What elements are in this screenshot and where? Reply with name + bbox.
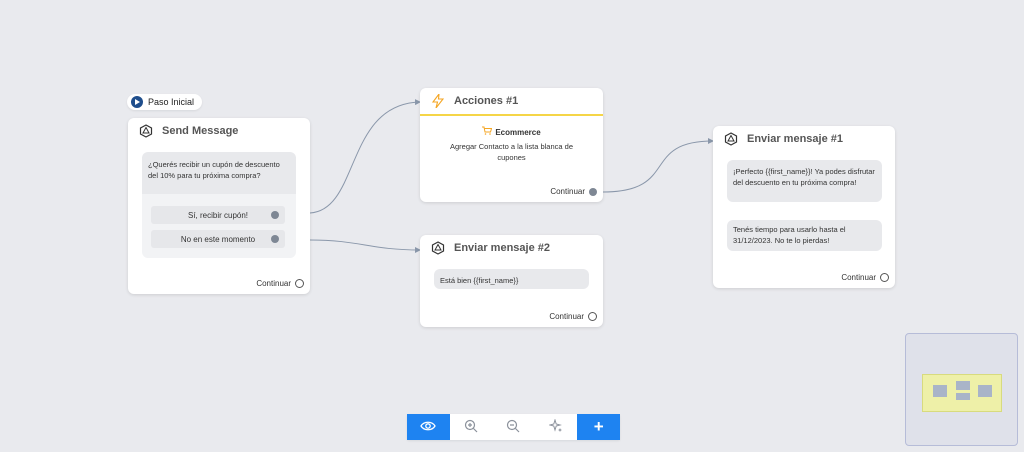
- add-node-button[interactable]: +: [577, 414, 620, 440]
- continue-port[interactable]: Continuar: [256, 279, 304, 288]
- continue-port[interactable]: Continuar: [841, 273, 889, 282]
- minimap-node: [978, 385, 992, 397]
- action-description: Agregar Contacto a la lista blanca de cu…: [450, 142, 573, 162]
- continue-label: Continuar: [550, 187, 585, 196]
- continue-port[interactable]: Continuar: [550, 187, 597, 196]
- connector-handle[interactable]: [588, 312, 597, 321]
- continue-port[interactable]: Continuar: [549, 312, 597, 321]
- plus-icon: +: [593, 417, 604, 436]
- preview-button[interactable]: [407, 414, 450, 440]
- question-bubble: ¿Querés recibir un cupón de descuento de…: [142, 152, 296, 194]
- d20-icon: [138, 123, 154, 139]
- minimap-node: [933, 385, 947, 397]
- option-label: No en este momento: [180, 234, 256, 244]
- play-icon: [131, 96, 143, 108]
- connector-handle[interactable]: [295, 279, 304, 288]
- zoom-out-icon: [506, 419, 520, 436]
- minimap-viewport[interactable]: [922, 374, 1002, 412]
- zoom-out-button[interactable]: [492, 414, 535, 440]
- node-title: Enviar mensaje #1: [747, 133, 844, 145]
- connector-handle[interactable]: [271, 235, 279, 243]
- start-badge[interactable]: Paso Inicial: [127, 94, 203, 110]
- connector-handle[interactable]: [880, 273, 889, 282]
- edge-yes-to-actions: [309, 99, 421, 214]
- option-yes[interactable]: Sí, recibir cupón!: [151, 206, 285, 224]
- start-label: Paso Inicial: [148, 97, 195, 107]
- minimap[interactable]: [905, 333, 1018, 446]
- edge-actions-to-msg1: [602, 138, 714, 193]
- action-category: Ecommerce: [495, 127, 541, 137]
- node-title: Enviar mensaje #2: [454, 242, 551, 254]
- minimap-node: [956, 381, 970, 390]
- option-no[interactable]: No en este momento: [151, 230, 285, 248]
- node-title: Acciones #1: [454, 95, 519, 107]
- continue-label: Continuar: [256, 279, 291, 288]
- continue-label: Continuar: [549, 312, 584, 321]
- edge-no-to-msg2: [309, 239, 421, 253]
- message-bubble: Tenés tiempo para usarlo hasta el 31/12/…: [727, 220, 882, 251]
- canvas-toolbar: +: [407, 414, 620, 440]
- auto-layout-button[interactable]: [535, 414, 578, 440]
- option-label: Sí, recibir cupón!: [187, 210, 249, 220]
- d20-icon: [723, 131, 739, 147]
- node-actions[interactable]: Acciones #1 Ecommerce Agregar Contacto a…: [420, 88, 603, 202]
- zoom-in-icon: [464, 419, 478, 436]
- d20-icon: [430, 240, 446, 256]
- sparkle-icon: [548, 417, 563, 436]
- continue-label: Continuar: [841, 273, 876, 282]
- eye-icon: [420, 419, 437, 435]
- lightning-icon: [430, 93, 446, 109]
- node-send-message[interactable]: Send Message ¿Querés recibir un cupón de…: [128, 118, 310, 294]
- connector-handle[interactable]: [271, 211, 279, 219]
- message-bubble: ¡Perfecto {{first_name}}! Ya podes disfr…: [727, 160, 882, 202]
- node-enviar-mensaje-1[interactable]: Enviar mensaje #1 ¡Perfecto {{first_name…: [713, 126, 895, 288]
- node-title: Send Message: [162, 125, 239, 137]
- cart-icon: [482, 126, 493, 138]
- zoom-in-button[interactable]: [450, 414, 493, 440]
- options-list: Sí, recibir cupón! No en este momento: [142, 194, 296, 258]
- minimap-node: [956, 393, 970, 400]
- node-enviar-mensaje-2[interactable]: Enviar mensaje #2 Está bien {{first_name…: [420, 235, 603, 327]
- connector-handle[interactable]: [589, 187, 597, 196]
- flow-canvas[interactable]: Paso Inicial Send Message ¿Querés recibi…: [0, 0, 1024, 452]
- message-bubble: Está bien {{first_name}}: [434, 269, 589, 289]
